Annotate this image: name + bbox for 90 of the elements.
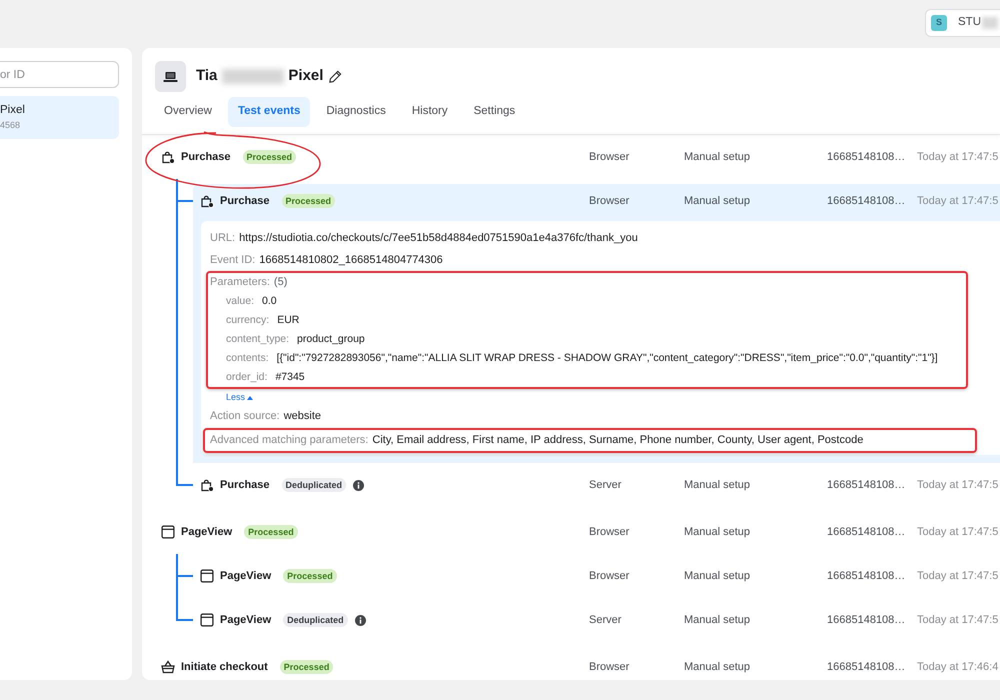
pixel-title: Pixel: [288, 66, 324, 86]
tab[interactable]: History: [402, 97, 458, 127]
event-time: Today at 17:47:5: [917, 478, 1000, 493]
account-name: STU: [958, 15, 981, 30]
event-id: 16685148108…: [827, 194, 906, 209]
shopping-bag-icon: [200, 194, 214, 208]
pencil-icon[interactable]: [329, 70, 342, 83]
event-source: Browser: [589, 150, 630, 165]
event-id: 16685148108…: [827, 524, 906, 540]
less-toggle[interactable]: Less: [226, 389, 254, 406]
detail-label: Event ID:: [210, 252, 256, 268]
status-badge: Processed: [280, 660, 334, 674]
detail-label: Action source:: [210, 408, 280, 424]
event-time: Today at 17:47:5: [917, 568, 1000, 584]
tab[interactable]: Settings: [464, 97, 526, 127]
account-avatar: S: [931, 15, 947, 31]
event-source: Browser: [589, 524, 630, 540]
detail-value: 1668514810802_1668514804774306: [259, 252, 443, 268]
event-time: Today at 17:47:5: [917, 194, 1000, 209]
event-id: 16685148108…: [827, 478, 906, 493]
status-badge: Processed: [242, 150, 296, 164]
event-id: 16685148108…: [827, 150, 906, 165]
detail-value: City, Email address, First name, IP address, Surname, Phone number, County, User agent, Postcode: [372, 433, 864, 448]
event-name: PageView: [181, 524, 232, 540]
caret-up-icon: [247, 396, 254, 400]
parameter-value: EUR: [277, 312, 300, 328]
setup-method: Manual setup: [684, 524, 752, 540]
event-source: Server: [589, 478, 622, 493]
setup-method: Manual setup: [684, 660, 752, 675]
parameter-key: content_type:: [226, 332, 290, 348]
event-name: Initiate checkout: [181, 660, 268, 675]
detail-label: URL:: [210, 230, 236, 246]
parameter-value: product_group: [297, 332, 365, 347]
event-name: Purchase: [220, 478, 270, 493]
status-badge: Processed: [283, 569, 337, 583]
event-id: 16685148108…: [827, 612, 906, 628]
parameters-label: Parameters:: [210, 275, 270, 290]
parameter-key: currency:: [226, 312, 270, 328]
info-icon[interactable]: [354, 614, 366, 626]
parameters-count: (5): [274, 275, 288, 290]
setup-method: Manual setup: [684, 194, 752, 209]
browser-window-icon: [200, 569, 214, 583]
expanded-event[interactable]: [193, 184, 1000, 463]
event-time: Today at 17:46:4: [917, 660, 1000, 675]
tab[interactable]: Diagnostics: [316, 97, 396, 127]
setup-method: Manual setup: [684, 478, 752, 493]
shopping-bag-icon: [200, 478, 214, 492]
event-source: Browser: [589, 194, 630, 209]
detail-value: website: [284, 408, 321, 424]
pixel-list-item[interactable]: Pixel 4568: [0, 96, 119, 139]
parameter-value: [{"id":"7927282893056","name":"ALLIA SLIT WRAP DRESS - SHADOW GRAY","content_category":"DRESS","item_price":"0.0","quantity":"1"}]: [276, 350, 938, 366]
parameter-key: value:: [226, 294, 254, 310]
shopping-bag-icon: [161, 150, 175, 164]
event-name: Purchase: [220, 194, 270, 209]
event-source: Server: [589, 612, 622, 628]
basket-icon: [161, 660, 175, 674]
event-source: Browser: [589, 568, 630, 584]
event-name: Purchase: [181, 150, 231, 165]
browser-window-icon: [200, 613, 214, 627]
parameter-value: #7345: [275, 370, 305, 385]
info-icon[interactable]: [353, 480, 364, 490]
account-switcher[interactable]: S STU: [925, 9, 1000, 37]
status-badge: Processed: [282, 194, 336, 208]
event-id: 16685148108…: [827, 568, 906, 584]
pixel-id: 4568: [0, 121, 22, 130]
event-time: Today at 17:47:5: [917, 524, 1000, 540]
tab[interactable]: Test events: [228, 97, 310, 127]
event-time: Today at 17:47:5: [917, 612, 1000, 628]
laptop-icon: [155, 61, 186, 92]
status-badge: Deduplicated: [282, 478, 346, 492]
tab[interactable]: Overview: [154, 97, 222, 127]
browser-window-icon: [161, 525, 175, 539]
parameter-key: order_id:: [226, 370, 268, 386]
event-time: Today at 17:47:5: [917, 150, 1000, 165]
detail-value: https://studiotia.co/checkouts/c/7ee51b58d4884ed0751590a1e4a376fc/thank_you: [239, 230, 638, 246]
event-name: PageView: [220, 612, 272, 628]
status-badge: Processed: [244, 525, 298, 539]
parameter-key: contents:: [226, 350, 269, 366]
pixel-title: Tia: [196, 66, 218, 86]
search-field[interactable]: or ID: [0, 61, 119, 88]
event-name: PageView: [220, 568, 272, 584]
setup-method: Manual setup: [684, 568, 752, 584]
setup-method: Manual setup: [684, 612, 752, 628]
status-badge: Deduplicated: [283, 613, 348, 627]
detail-label: Advanced matching parameters:: [210, 433, 368, 448]
event-id: 16685148108…: [827, 660, 906, 675]
parameter-value: 0.0: [262, 294, 277, 309]
pixel-name: Pixel: [0, 104, 26, 116]
event-source: Browser: [589, 660, 630, 675]
setup-method: Manual setup: [684, 150, 752, 165]
